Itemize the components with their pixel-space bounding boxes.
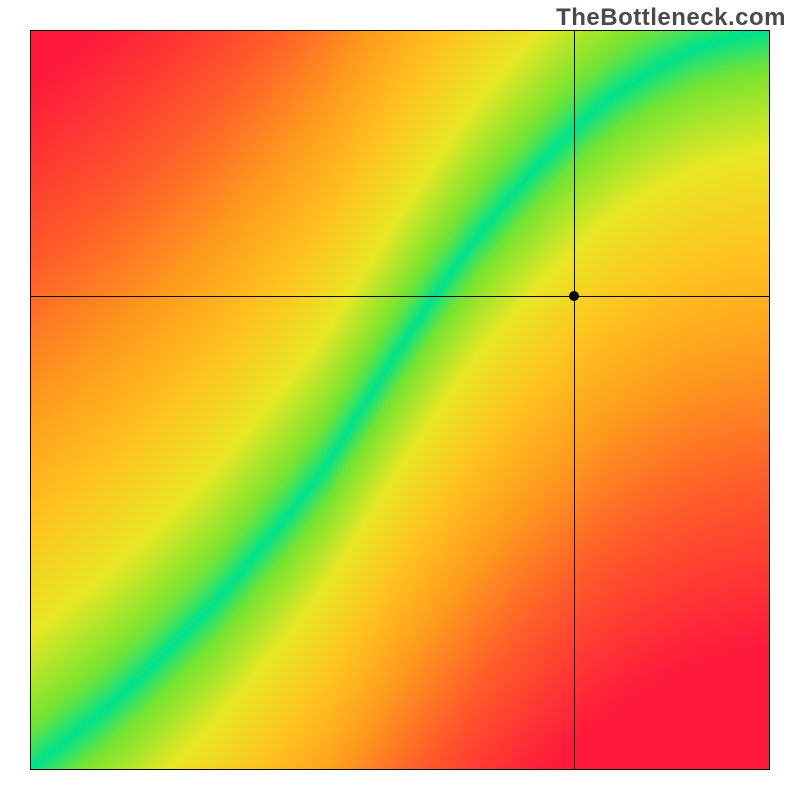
heatmap-canvas (30, 30, 770, 770)
watermark-text: TheBottleneck.com (556, 4, 786, 32)
chart-container: TheBottleneck.com (0, 0, 800, 800)
